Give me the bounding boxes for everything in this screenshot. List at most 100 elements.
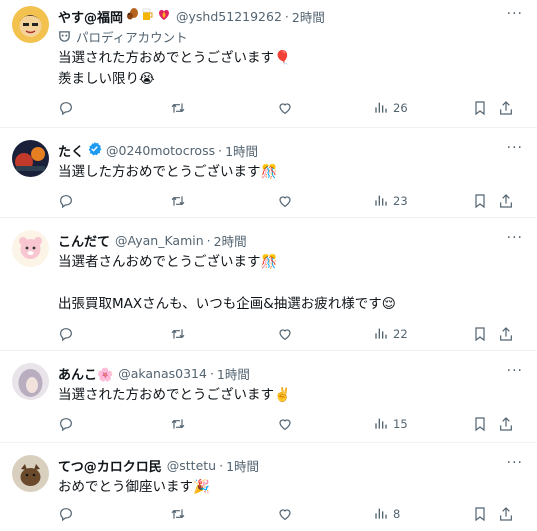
like-button[interactable] [277,506,372,522]
tweet-text: 当選された方おめでとうございます✌️ [58,387,291,403]
share-button[interactable] [498,100,516,116]
avatar[interactable] [12,363,49,400]
tweet-actions: 8 [58,505,523,523]
display-name[interactable]: やす@福岡 [58,7,123,26]
separator-dot: · [219,457,224,473]
bookmark-button[interactable] [472,193,498,209]
separator-dot: · [218,142,223,158]
user-handle[interactable]: @Ayan_Kamin [115,233,204,248]
tweet[interactable]: こんだて @Ayan_Kamin · 2時間 当選者さんおめでとうございます🎊 … [0,218,537,351]
retweet-icon [170,326,186,342]
views-button[interactable]: 22 [372,326,472,342]
retweet-button[interactable] [170,326,277,342]
views-button[interactable]: 15 [372,416,472,432]
bookmark-icon [472,416,488,432]
tweet-text: おめでとう御座います🎉 [58,479,210,495]
display-name[interactable]: てつ@カロクロ民 [58,456,162,475]
timestamp[interactable]: 2時間 [292,7,325,26]
display-name[interactable]: こんだて [58,231,110,250]
avatar[interactable] [12,455,49,492]
reply-icon [58,100,74,116]
fire-heart-emoji-icon [157,7,171,25]
avatar[interactable] [12,230,49,267]
display-name[interactable]: あんこ🌸 [58,364,113,383]
tweet-actions: 26 [58,99,523,117]
tweet-header: たく @0240motocross · 1時間 [58,140,529,160]
user-handle[interactable]: @yshd51219262 [176,9,282,24]
retweet-button[interactable] [170,193,277,209]
user-handle[interactable]: @0240motocross [106,143,215,158]
tweet-actions: 23 [58,192,523,210]
reply-feed: やす@福岡 @yshd51219262 · 2時間 パロディアカウント 当選され… [0,0,537,531]
tweet-body: あんこ🌸 @akanas0314 · 1時間 当選された方おめでとうございます✌… [58,363,529,406]
share-button[interactable] [498,326,516,342]
more-icon[interactable]: ··· [507,455,523,471]
tweet-body: たく @0240motocross · 1時間 当選した方おめでとうございます🎊 [58,140,529,183]
views-button[interactable]: 26 [372,100,472,116]
reply-button[interactable] [58,193,170,209]
share-icon [498,100,514,116]
reply-button[interactable] [58,506,170,522]
display-name[interactable]: たく [58,141,84,160]
retweet-button[interactable] [170,100,277,116]
share-button[interactable] [498,416,516,432]
like-button[interactable] [277,326,372,342]
verified-badge-icon [87,141,102,160]
like-button[interactable] [277,193,372,209]
reply-button[interactable] [58,326,170,342]
bookmark-button[interactable] [472,326,498,342]
tweet-actions: 15 [58,415,523,433]
like-button[interactable] [277,416,372,432]
bookmark-icon [472,506,488,522]
bookmark-button[interactable] [472,506,498,522]
share-icon [498,506,514,522]
tweet[interactable]: あんこ🌸 @akanas0314 · 1時間 当選された方おめでとうございます✌… [0,351,537,443]
more-icon[interactable]: ··· [507,363,523,379]
reply-icon [58,193,74,209]
share-icon [498,416,514,432]
share-icon [498,193,514,209]
bookmark-icon [472,326,488,342]
bookmark-button[interactable] [472,100,498,116]
views-icon [372,416,388,432]
tweet[interactable]: やす@福岡 @yshd51219262 · 2時間 パロディアカウント 当選され… [0,0,537,128]
bookmark-button[interactable] [472,416,498,432]
views-icon [372,100,388,116]
like-button[interactable] [277,100,372,116]
bookmark-icon [472,193,488,209]
views-count: 22 [393,327,408,341]
views-count: 8 [393,507,401,521]
avatar[interactable] [12,6,49,43]
user-handle[interactable]: @sttetu [167,458,216,473]
squirrel-emoji-icon [125,7,139,25]
views-button[interactable]: 8 [372,506,472,522]
timestamp[interactable]: 2時間 [214,231,247,250]
tweet-header: てつ@カロクロ民 @sttetu · 1時間 [58,455,529,475]
timestamp[interactable]: 1時間 [226,456,259,475]
like-icon [277,100,293,116]
retweet-button[interactable] [170,416,277,432]
timestamp[interactable]: 1時間 [225,141,258,160]
share-button[interactable] [498,506,516,522]
reply-button[interactable] [58,100,170,116]
more-icon[interactable]: ··· [507,230,523,246]
timestamp[interactable]: 1時間 [217,364,250,383]
retweet-icon [170,506,186,522]
tweet-text: 当選した方おめでとうございます🎊 [58,164,278,180]
avatar[interactable] [12,140,49,177]
more-icon[interactable]: ··· [507,6,523,22]
beer-emoji-icon [141,7,155,25]
views-count: 26 [393,101,408,115]
tweet-header: こんだて @Ayan_Kamin · 2時間 [58,230,529,250]
reply-button[interactable] [58,416,170,432]
views-button[interactable]: 23 [372,193,472,209]
more-icon[interactable]: ··· [507,140,523,156]
retweet-icon [170,193,186,209]
tweet[interactable]: てつ@カロクロ民 @sttetu · 1時間 おめでとう御座います🎉 ··· 8 [0,443,537,531]
user-handle[interactable]: @akanas0314 [118,366,207,381]
share-button[interactable] [498,193,516,209]
parody-mask-icon [58,30,71,43]
retweet-button[interactable] [170,506,277,522]
views-icon [372,326,388,342]
tweet[interactable]: たく @0240motocross · 1時間 当選した方おめでとうございます🎊… [0,128,537,218]
